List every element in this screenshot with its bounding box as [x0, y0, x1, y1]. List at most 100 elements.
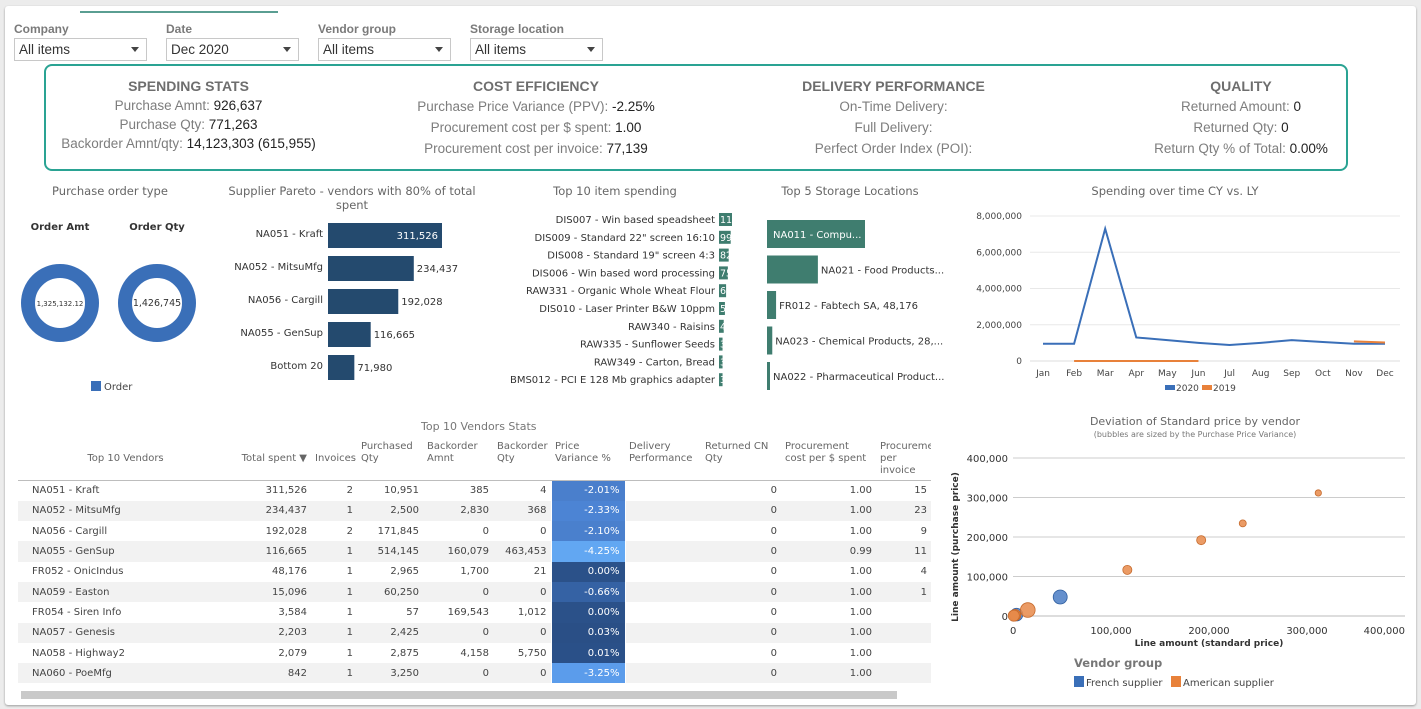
- storage-bar: [767, 326, 773, 355]
- table-row[interactable]: NA058 - Highway2 2,079 1 2,875 4,158 5,750 0.0…: [18, 642, 931, 664]
- cell-cost-spent: 1.00: [849, 566, 872, 578]
- cell-bo-amt: 160,079: [423, 541, 493, 562]
- x-tick-label: 0: [1010, 626, 1016, 637]
- cell-bo-amt: 2,830: [423, 500, 493, 522]
- y-tick-label: 0: [1016, 357, 1022, 367]
- table-row[interactable]: NA052 - MitsuMfg 234,437 1 2,500 2,830 368 -2.…: [18, 500, 931, 522]
- vendor-group-select[interactable]: All items: [318, 38, 451, 61]
- storage-location-select[interactable]: All items: [470, 38, 603, 61]
- column-header-returned-cn-qty[interactable]: Returned CN Qty: [701, 438, 781, 481]
- column-header-vendor[interactable]: Top 10 Vendors: [18, 438, 233, 481]
- cell-total: 15,096: [233, 581, 311, 603]
- select-value: All items: [19, 42, 71, 57]
- x-tick-label: Nov: [1345, 369, 1363, 379]
- y-tick-label: 6,000,000: [976, 248, 1022, 258]
- cell-cost-inv: [876, 622, 931, 643]
- filter-storage-location: Storage location All items: [470, 22, 603, 61]
- bar-data-label: 11: [720, 215, 732, 226]
- kpi-row: Backorder Amnt/qty: 14,123,303 (615,955): [46, 134, 331, 153]
- donut-label: Order Amt: [31, 222, 90, 233]
- select-value: Dec 2020: [171, 42, 229, 57]
- company-select[interactable]: All items: [14, 38, 147, 61]
- legend-label-american: American supplier: [1183, 678, 1275, 689]
- bar-data-label: 3: [720, 357, 726, 368]
- cell-qty: 171,845: [377, 525, 419, 537]
- y-tick-label: 400,000: [967, 454, 1008, 465]
- column-header-backorder-qty[interactable]: Backorder Qty: [493, 438, 551, 481]
- cell-delivery: [625, 521, 701, 541]
- kpi-label: Return Qty % of Total:: [1154, 141, 1290, 156]
- cell-total: 234,437: [233, 500, 311, 522]
- kpi-cost-efficiency: COST EFFICIENCY Purchase Price Variance …: [406, 76, 666, 159]
- cell-qty: 2,500: [357, 500, 423, 522]
- cell-vendor: FR052 - OnicIndus: [32, 566, 124, 578]
- cell-qty: 2,875: [390, 647, 419, 659]
- cell-bo-amt: 169,543: [447, 606, 489, 618]
- storage-bar: [767, 255, 818, 284]
- legend-label-french: French supplier: [1086, 678, 1163, 689]
- column-header-purchased-qty[interactable]: Purchased Qty: [357, 438, 423, 481]
- kpi-value: 0.00%: [1289, 141, 1328, 156]
- cell-returned: 0: [770, 606, 777, 618]
- column-header-backorder-amnt[interactable]: Backorder Amnt: [423, 438, 493, 481]
- table-row[interactable]: NA060 - PoeMfg 842 1 3,250 0 0 -3.25% 0 1.00: [18, 663, 931, 684]
- date-select[interactable]: Dec 2020: [166, 38, 299, 61]
- cell-cost-inv: [876, 602, 931, 622]
- bar-category-label: NA055 - GenSup: [240, 328, 323, 339]
- donut-center-value: 1,325,132.12: [37, 300, 84, 308]
- x-tick-label: Feb: [1066, 369, 1082, 379]
- bar-category-label: DIS006 - Win based word processing: [532, 268, 715, 279]
- cell-total: 2,203: [233, 622, 311, 643]
- kpi-label: Full Delivery:: [854, 120, 933, 135]
- kpi-title: QUALITY: [1210, 78, 1272, 94]
- cell-invoices: 1: [311, 663, 357, 684]
- kpi-value: 1.00: [615, 120, 642, 135]
- filter-label: Date: [166, 22, 193, 36]
- cell-pv: -2.10%: [550, 521, 626, 542]
- cell-total: 842: [233, 663, 311, 684]
- bar-data-label: 4: [720, 322, 726, 333]
- column-header-delivery-performance[interactable]: Delivery Performance: [625, 438, 701, 481]
- pareto-bar: [328, 355, 355, 380]
- chart-subtitle: (bubbles are sized by the Purchase Price…: [1093, 430, 1297, 439]
- legend-label-2019: 2019: [1213, 384, 1236, 394]
- kpi-row: Purchase Qty: 771,263: [46, 115, 331, 134]
- legend-swatch-order: [91, 381, 101, 391]
- column-header-procurement-cost-invoice[interactable]: Procuremen per invoice: [876, 438, 931, 481]
- table-row[interactable]: FR054 - Siren Info 3,584 1 57 169,543 1,012 0.…: [18, 602, 931, 623]
- y-tick-label: 100,000: [967, 573, 1008, 584]
- bubble-american: [1196, 535, 1207, 546]
- kpi-label: Backorder Amnt/qty:: [61, 136, 187, 151]
- cell-returned: 0: [770, 525, 777, 537]
- cell-cost-inv: 9: [920, 525, 927, 537]
- x-tick-label: May: [1158, 369, 1177, 379]
- column-header-total-spent[interactable]: Total spent ▼: [233, 438, 311, 481]
- bar-data-label: NA023 - Chemical Products, 28,...: [775, 337, 943, 348]
- y-tick-label: 4,000,000: [976, 285, 1022, 295]
- bar-data-label: 5: [720, 304, 726, 315]
- table-row[interactable]: FR052 - OnicIndus 48,176 1 2,965 1,700 21 0.00…: [18, 561, 931, 582]
- cell-qty: 2,425: [357, 622, 423, 643]
- table-row[interactable]: NA056 - Cargill 192,028 2 171,845 0 0 -2.10% 0 1…: [18, 521, 931, 542]
- filter-label: Storage location: [470, 22, 565, 36]
- cell-pv: 0.00%: [550, 602, 626, 623]
- bubble-american: [1007, 609, 1020, 622]
- kpi-row: Procurement cost per invoice: 77,139: [406, 138, 666, 159]
- bar-category-label: DIS009 - Standard 22" screen 16:10: [535, 233, 715, 244]
- top5-storage-chart: NA011 - Compu... NA021 - Food Products...…: [767, 220, 944, 390]
- pareto-bar: [328, 256, 414, 281]
- column-header-invoices[interactable]: Invoices: [311, 438, 357, 481]
- bar-data-label: 75: [720, 268, 732, 279]
- table-row[interactable]: NA059 - Easton 15,096 1 60,250 0 0 -0.66% 0 1.00…: [18, 581, 931, 603]
- column-header-price-variance[interactable]: Price Variance %: [551, 438, 625, 481]
- table-row[interactable]: NA055 - GenSup 116,665 1 514,145 160,079 463,…: [18, 541, 931, 562]
- donut-label: Order Qty: [129, 222, 185, 233]
- column-header-procurement-cost-spent[interactable]: Procurement cost per $ spent: [781, 438, 876, 481]
- cell-bo-qty: 368: [493, 500, 551, 522]
- bar-category-label: RAW340 - Raisins: [628, 322, 715, 333]
- kpi-value: -2.25%: [612, 99, 655, 114]
- horizontal-scrollbar[interactable]: [21, 691, 897, 699]
- cell-bo-amt: 0: [423, 581, 493, 603]
- table-row[interactable]: NA051 - Kraft 311,526 2 10,951 385 4 -2.01% 0 1.…: [18, 480, 931, 501]
- table-row[interactable]: NA057 - Genesis 2,203 1 2,425 0 0 0.03% 0 1.00: [18, 622, 931, 643]
